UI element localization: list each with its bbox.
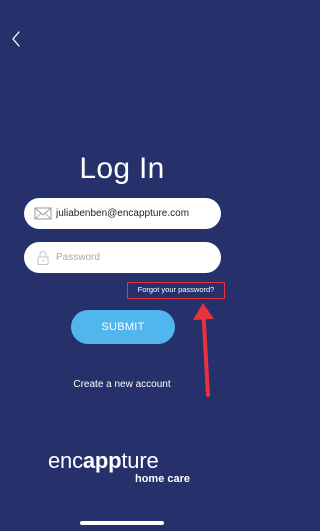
logo-subtitle: home care — [134, 473, 190, 485]
page-title: Log In — [79, 152, 165, 185]
submit-button[interactable]: SUBMIT — [71, 310, 175, 344]
chevron-left-icon — [12, 31, 20, 47]
logo-wordmark: encappture — [48, 448, 159, 474]
lock-icon — [37, 251, 49, 265]
envelope-icon — [34, 207, 52, 220]
logo-bold: app — [82, 448, 122, 473]
password-input[interactable] — [56, 242, 216, 273]
logo-suffix: ture — [121, 448, 159, 473]
email-field[interactable] — [24, 198, 221, 229]
logo-prefix: enc — [48, 448, 83, 473]
forgot-password-link[interactable]: Forgot your password? — [127, 282, 225, 299]
home-indicator[interactable] — [80, 521, 164, 525]
back-button[interactable] — [6, 28, 26, 50]
email-input[interactable] — [56, 198, 216, 229]
create-account-link[interactable]: Create a new account — [0, 379, 244, 390]
encappture-logo: encappture home care — [48, 448, 198, 492]
password-field[interactable] — [24, 242, 221, 273]
